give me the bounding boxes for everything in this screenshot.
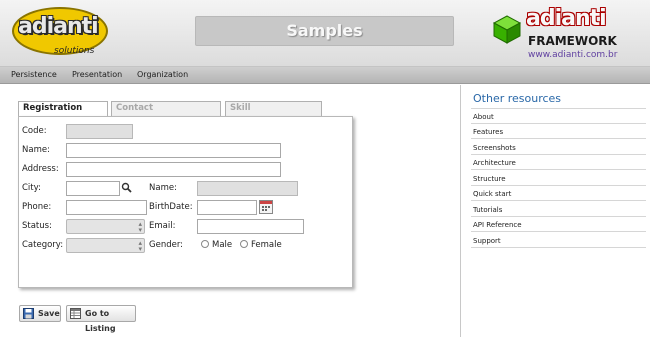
green-cube-icon [492, 15, 522, 44]
logo-right-word: adianti [526, 6, 607, 31]
main-content: Registration Data Contact (composition) … [0, 85, 460, 337]
phone-field[interactable] [66, 200, 147, 215]
sidebar-divider [471, 123, 646, 124]
sidebar-divider [471, 185, 646, 186]
sidebar-divider [471, 200, 646, 201]
menu-presentation[interactable]: Presentation [72, 70, 122, 79]
search-icon[interactable] [121, 182, 132, 193]
sidebar: Other resources About Features Screensho… [460, 85, 650, 337]
sidebar-divider [471, 138, 646, 139]
sidebar-item-support[interactable]: Support [473, 237, 501, 245]
updown-arrows-icon: ▴ ▾ [138, 239, 142, 253]
gender-male-label[interactable]: Male [212, 240, 232, 250]
birthdate-label: BirthDate: [149, 202, 193, 212]
menu-bar: Persistence Presentation Organization [0, 67, 650, 84]
gender-female-radio[interactable] [240, 240, 248, 248]
sidebar-divider [471, 247, 646, 248]
category-select[interactable]: ▴ ▾ [66, 238, 145, 253]
adianti-solutions-logo[interactable]: adianti solutions [10, 4, 112, 61]
logo-left-sub: solutions [54, 46, 95, 56]
page-title: Samples [195, 16, 454, 46]
go-to-listing-button[interactable]: Go to Listing [66, 305, 136, 333]
code-label: Code: [22, 126, 47, 136]
city-label: City: [22, 183, 41, 193]
tab-registration-data[interactable]: Registration Data [18, 101, 108, 126]
tab-contact-composition[interactable]: Contact (composition) [111, 101, 221, 126]
email-field[interactable] [197, 219, 304, 234]
address-label: Address: [22, 164, 59, 174]
menu-organization[interactable]: Organization [137, 70, 188, 79]
registration-panel: Code: Name: Address: City: Name: Phone: … [18, 116, 353, 288]
phone-label: Phone: [22, 202, 52, 212]
gender-male-radio[interactable] [201, 240, 209, 248]
sidebar-divider [471, 154, 646, 155]
logo-right-framework: FRAMEWORK [528, 34, 617, 48]
table-list-icon [70, 308, 81, 319]
name-field[interactable] [66, 143, 281, 158]
sidebar-divider [471, 108, 646, 109]
logo-right-url[interactable]: www.adianti.com.br [528, 50, 617, 60]
sidebar-item-about[interactable]: About [473, 113, 494, 121]
sidebar-title: Other resources [473, 92, 562, 105]
floppy-disk-icon [23, 308, 34, 319]
menu-persistence[interactable]: Persistence [11, 70, 57, 79]
sidebar-divider [471, 169, 646, 170]
logo-left-word: adianti [18, 14, 99, 39]
status-label: Status: [22, 221, 52, 231]
sidebar-item-features[interactable]: Features [473, 128, 503, 136]
save-button[interactable]: Save [19, 305, 61, 322]
city-field[interactable] [66, 181, 120, 196]
category-label: Category: [22, 240, 64, 250]
updown-arrows-icon: ▴ ▾ [138, 220, 142, 234]
address-field[interactable] [66, 162, 281, 177]
sidebar-item-structure[interactable]: Structure [473, 175, 506, 183]
sidebar-divider [471, 216, 646, 217]
sidebar-item-architecture[interactable]: Architecture [473, 159, 516, 167]
code-field [66, 124, 133, 139]
go-to-listing-label: Go to Listing [85, 309, 116, 333]
sidebar-item-screenshots[interactable]: Screenshots [473, 144, 516, 152]
sidebar-item-api-reference[interactable]: API Reference [473, 221, 522, 229]
email-label: Email: [149, 221, 176, 231]
status-select[interactable]: ▴ ▾ [66, 219, 145, 234]
tab-skill-aggregation[interactable]: Skill (aggregation) [225, 101, 322, 126]
city-name-label: Name: [149, 183, 177, 193]
adianti-framework-logo[interactable]: adianti FRAMEWORK www.adianti.com.br [490, 6, 638, 64]
header: adianti solutions Samples adianti FRAMEW… [0, 0, 650, 67]
birthdate-field[interactable] [197, 200, 257, 215]
gender-female-label[interactable]: Female [251, 240, 282, 250]
name-label: Name: [22, 145, 50, 155]
calendar-icon[interactable] [259, 200, 273, 214]
save-button-label: Save [38, 309, 60, 318]
sidebar-item-tutorials[interactable]: Tutorials [473, 206, 502, 214]
gender-label: Gender: [149, 240, 184, 250]
sidebar-divider [471, 231, 646, 232]
sidebar-item-quick-start[interactable]: Quick start [473, 190, 511, 198]
city-name-field [197, 181, 298, 196]
